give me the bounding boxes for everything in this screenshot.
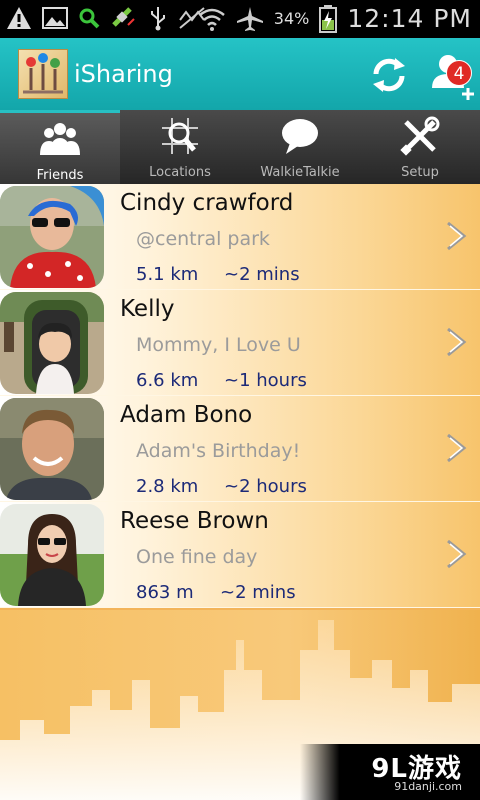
search-icon [79,8,100,29]
friend-status: Mommy, I Love U [136,334,301,356]
friend-name: Reese Brown [120,508,269,534]
tab-walkietalkie[interactable]: WalkieTalkie [240,110,360,184]
wifi-icon [198,8,225,31]
refresh-button[interactable] [368,54,410,96]
chevron-right-icon [447,539,467,569]
friend-list: Cindy crawford @central park 5.1 km ~2 m… [0,184,480,608]
usb-icon [151,7,165,31]
tab-label: WalkieTalkie [260,165,340,180]
friend-row-kelly[interactable]: Kelly Mommy, I Love U 6.6 km ~1 hours [0,290,480,396]
avatar [0,504,104,606]
friend-name: Adam Bono [120,402,253,428]
friend-distance: 2.8 km [136,476,199,497]
friend-distance: 5.1 km [136,264,199,285]
friend-row-cindy[interactable]: Cindy crawford @central park 5.1 km ~2 m… [0,184,480,290]
watermark-banner: 9L游戏 91danji.com [300,744,480,800]
chevron-right-icon [447,221,467,251]
status-bar: 34% 12:14 PM [0,0,480,38]
friend-row-adam[interactable]: Adam Bono Adam's Birthday! 2.8 km ~2 hou… [0,396,480,502]
friend-name: Cindy crawford [120,190,294,216]
battery-percent: 34% [273,9,310,28]
friends-icon [40,123,80,155]
friend-status: @central park [136,228,270,250]
avatar [0,186,104,288]
chevron-right-icon [447,433,467,463]
friend-status: Adam's Birthday! [136,440,301,462]
friend-eta: ~2 mins [220,582,296,603]
tab-label: Setup [401,165,439,180]
tab-label: Locations [149,165,211,180]
app-logo-icon [18,49,68,99]
friend-eta: ~2 hours [224,476,307,497]
tools-icon [400,116,440,156]
satellite-icon [112,7,135,27]
app-title: iSharing [74,60,173,88]
clock: 12:14 PM [347,4,472,33]
airplane-icon [236,6,263,31]
speech-bubble-icon [282,119,318,154]
friend-distance: 863 m [136,582,194,603]
chevron-right-icon [447,327,467,357]
friend-status: One fine day [136,546,258,568]
avatar [0,292,104,394]
tab-bar: Friends Locations WalkieTalkie Setup [0,110,480,184]
watermark-url: 91danji.com [394,780,462,793]
app-header: iSharing [0,38,480,110]
friend-name: Kelly [120,296,175,322]
battery-charging-icon [319,4,338,33]
friend-eta: ~2 mins [224,264,300,285]
tab-locations[interactable]: Locations [120,110,240,184]
warning-icon [7,7,31,29]
tab-friends[interactable]: Friends [0,110,120,184]
tab-setup[interactable]: Setup [360,110,480,184]
map-search-icon [162,118,198,154]
friend-distance: 6.6 km [136,370,199,391]
avatar [0,398,104,500]
image-icon [42,7,68,29]
tab-label: Friends [36,168,84,183]
friend-request-badge: 4 [446,60,472,86]
friend-row-reese[interactable]: Reese Brown One fine day 863 m ~2 mins [0,502,480,608]
friend-eta: ~1 hours [224,370,307,391]
